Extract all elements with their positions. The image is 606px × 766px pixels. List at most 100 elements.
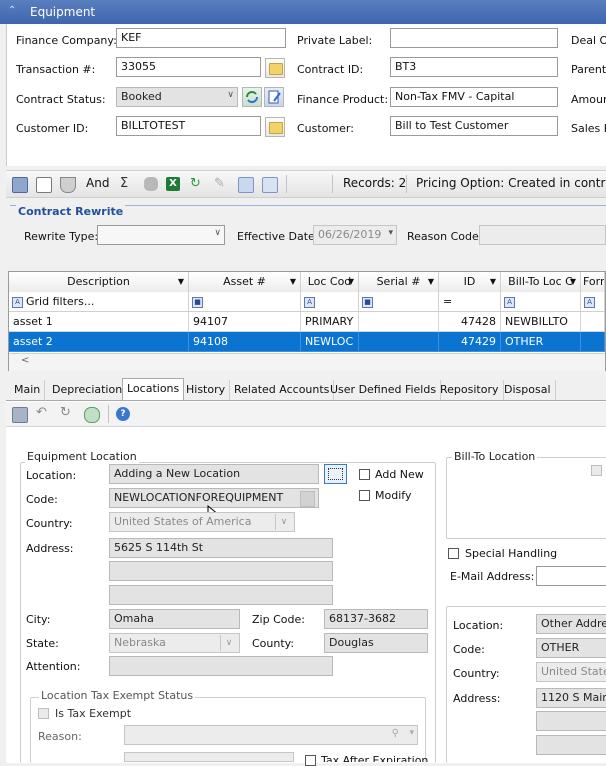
- toolbar-separator: [108, 405, 109, 423]
- tax-after-expiration-checkbox[interactable]: [305, 755, 316, 766]
- contract-id-label: Contract ID:: [297, 63, 364, 76]
- billto-location-field[interactable]: Other Address: [536, 614, 606, 634]
- refresh-icon[interactable]: ↻: [60, 406, 74, 420]
- status-history-button[interactable]: [264, 87, 284, 107]
- horizontal-scrollbar[interactable]: <: [9, 353, 605, 371]
- finance-product-field[interactable]: Non-Tax FMV - Capital: [390, 87, 558, 107]
- column-header-loc-code[interactable]: Loc Cod ▼: [301, 272, 359, 292]
- equals-filter-icon: =: [443, 295, 453, 308]
- new-record-icon[interactable]: [36, 177, 52, 193]
- address-line-2[interactable]: [109, 561, 333, 581]
- table-row-selected[interactable]: asset 2 94108 NEWLOC 47429 OTHER: [9, 332, 605, 352]
- rewrite-type-dropdown[interactable]: ∨: [97, 225, 225, 245]
- contract-status-dropdown[interactable]: Booked ∨: [116, 87, 238, 107]
- excel-export-icon[interactable]: X: [166, 177, 180, 191]
- column-header-asset[interactable]: Asset # ▼: [189, 272, 301, 292]
- column-header-form[interactable]: Form: [581, 272, 605, 292]
- attention-field[interactable]: [109, 656, 333, 676]
- column-header-id[interactable]: ID ▼: [439, 272, 501, 292]
- database-icon[interactable]: [144, 177, 158, 191]
- pencil-icon[interactable]: ✎: [214, 177, 228, 191]
- transaction-field[interactable]: 33055: [116, 57, 261, 77]
- reason-code-dropdown[interactable]: [479, 225, 606, 245]
- is-tax-exempt-checkbox[interactable]: [38, 708, 49, 719]
- modify-checkbox[interactable]: [359, 490, 370, 501]
- chevron-down-icon: ∨: [220, 635, 237, 651]
- expiration-date-field[interactable]: [124, 752, 294, 762]
- address-line-3[interactable]: [109, 585, 333, 605]
- history-icon[interactable]: [84, 407, 100, 423]
- scroll-left-arrow-icon[interactable]: <: [21, 355, 29, 366]
- refresh-icon[interactable]: ↻: [190, 177, 204, 191]
- code-lookup-icon[interactable]: [300, 491, 315, 507]
- finance-company-field[interactable]: KEF: [116, 28, 286, 48]
- tab-disposal[interactable]: Disposal: [500, 380, 556, 400]
- country-dropdown[interactable]: United States of America ∨: [109, 512, 295, 532]
- filter-billto-loc[interactable]: A: [501, 292, 581, 312]
- table-row[interactable]: asset 1 94107 PRIMARY 47428 NEWBILLTO: [9, 312, 605, 332]
- billto-location-label: Location:: [453, 619, 504, 632]
- contract-rewrite-title: Contract Rewrite: [16, 205, 126, 218]
- save-icon[interactable]: [12, 407, 28, 423]
- column-header-billto-loc[interactable]: Bill-To Loc C ▼: [501, 272, 581, 292]
- undo-icon[interactable]: ↶: [36, 406, 50, 420]
- column-header-description[interactable]: Description ▼: [9, 272, 189, 292]
- special-handling-checkbox[interactable]: [448, 548, 459, 559]
- tab-user-defined-fields[interactable]: User Defined Fields: [326, 380, 442, 400]
- billto-code-field[interactable]: OTHER: [536, 638, 606, 658]
- print-icon[interactable]: [262, 177, 278, 193]
- customer-name-field[interactable]: Bill to Test Customer: [390, 116, 558, 136]
- state-dropdown[interactable]: Nebraska ∨: [109, 633, 240, 653]
- sum-icon[interactable]: Σ: [120, 177, 134, 191]
- zip-code-field[interactable]: 68137-3682: [324, 609, 428, 629]
- tab-history[interactable]: History: [182, 380, 231, 400]
- location-lookup-button[interactable]: [324, 464, 347, 484]
- add-new-checkbox[interactable]: [359, 469, 370, 480]
- private-label-field[interactable]: [390, 28, 558, 48]
- billto-option-checkbox[interactable]: [591, 465, 602, 476]
- tab-locations[interactable]: Locations: [122, 378, 185, 401]
- city-field[interactable]: Omaha: [109, 609, 240, 629]
- billto-address-line-1[interactable]: 1120 S Main: [536, 688, 606, 708]
- tab-repository[interactable]: Repository: [436, 380, 504, 400]
- numeric-filter-icon: ■: [362, 296, 373, 308]
- effective-date-field[interactable]: 06/26/2019 ▾: [313, 225, 397, 245]
- collapse-chevron-icon[interactable]: ⌃: [8, 4, 20, 18]
- and-filter-button[interactable]: And: [86, 176, 109, 190]
- tab-related-accounts[interactable]: Related Accounts: [230, 380, 335, 400]
- help-icon[interactable]: ?: [116, 407, 130, 421]
- transfer-icon[interactable]: [238, 177, 254, 193]
- grid-view-icon[interactable]: [12, 177, 28, 193]
- filter-loc-code[interactable]: A: [301, 292, 359, 312]
- sort-arrow-icon: ▼: [347, 277, 354, 286]
- customer-lookup-button[interactable]: [265, 117, 285, 137]
- filter-id[interactable]: =: [439, 292, 501, 312]
- billto-country-dropdown[interactable]: United States: [536, 662, 606, 682]
- email-address-label: E-Mail Address:: [450, 570, 535, 583]
- records-count: Records: 2: [343, 176, 407, 190]
- billto-address-line-2[interactable]: [536, 711, 606, 731]
- billto-address-line-3[interactable]: [536, 735, 606, 755]
- filter-description[interactable]: A Grid filters...: [9, 292, 189, 312]
- filter-clear-icon[interactable]: [60, 177, 76, 193]
- filter-form[interactable]: A: [581, 292, 605, 312]
- filter-asset[interactable]: ■: [189, 292, 301, 312]
- tab-main[interactable]: Main: [10, 380, 46, 400]
- text-filter-icon: A: [504, 296, 515, 308]
- chevron-down-icon: ▾: [388, 228, 393, 238]
- filter-serial[interactable]: ■: [359, 292, 439, 312]
- column-header-serial[interactable]: Serial # ▼: [359, 272, 439, 292]
- status-refresh-button[interactable]: [242, 87, 262, 107]
- contract-id-field[interactable]: BT3: [390, 57, 558, 77]
- customer-id-field[interactable]: BILLTOTEST: [116, 116, 261, 136]
- address-line-1[interactable]: 5625 S 114th St: [109, 538, 333, 558]
- tab-depreciation[interactable]: Depreciation: [48, 380, 128, 400]
- county-field[interactable]: Douglas: [324, 633, 428, 653]
- transaction-lookup-button[interactable]: [265, 58, 285, 78]
- reason-dropdown[interactable]: ⚲ ▾: [124, 725, 418, 745]
- location-field[interactable]: Adding a New Location: [109, 464, 319, 484]
- modify-label: Modify: [375, 489, 412, 502]
- finance-company-label: Finance Company:: [16, 34, 117, 47]
- numeric-filter-icon: ■: [192, 296, 203, 308]
- email-address-field[interactable]: [536, 566, 606, 586]
